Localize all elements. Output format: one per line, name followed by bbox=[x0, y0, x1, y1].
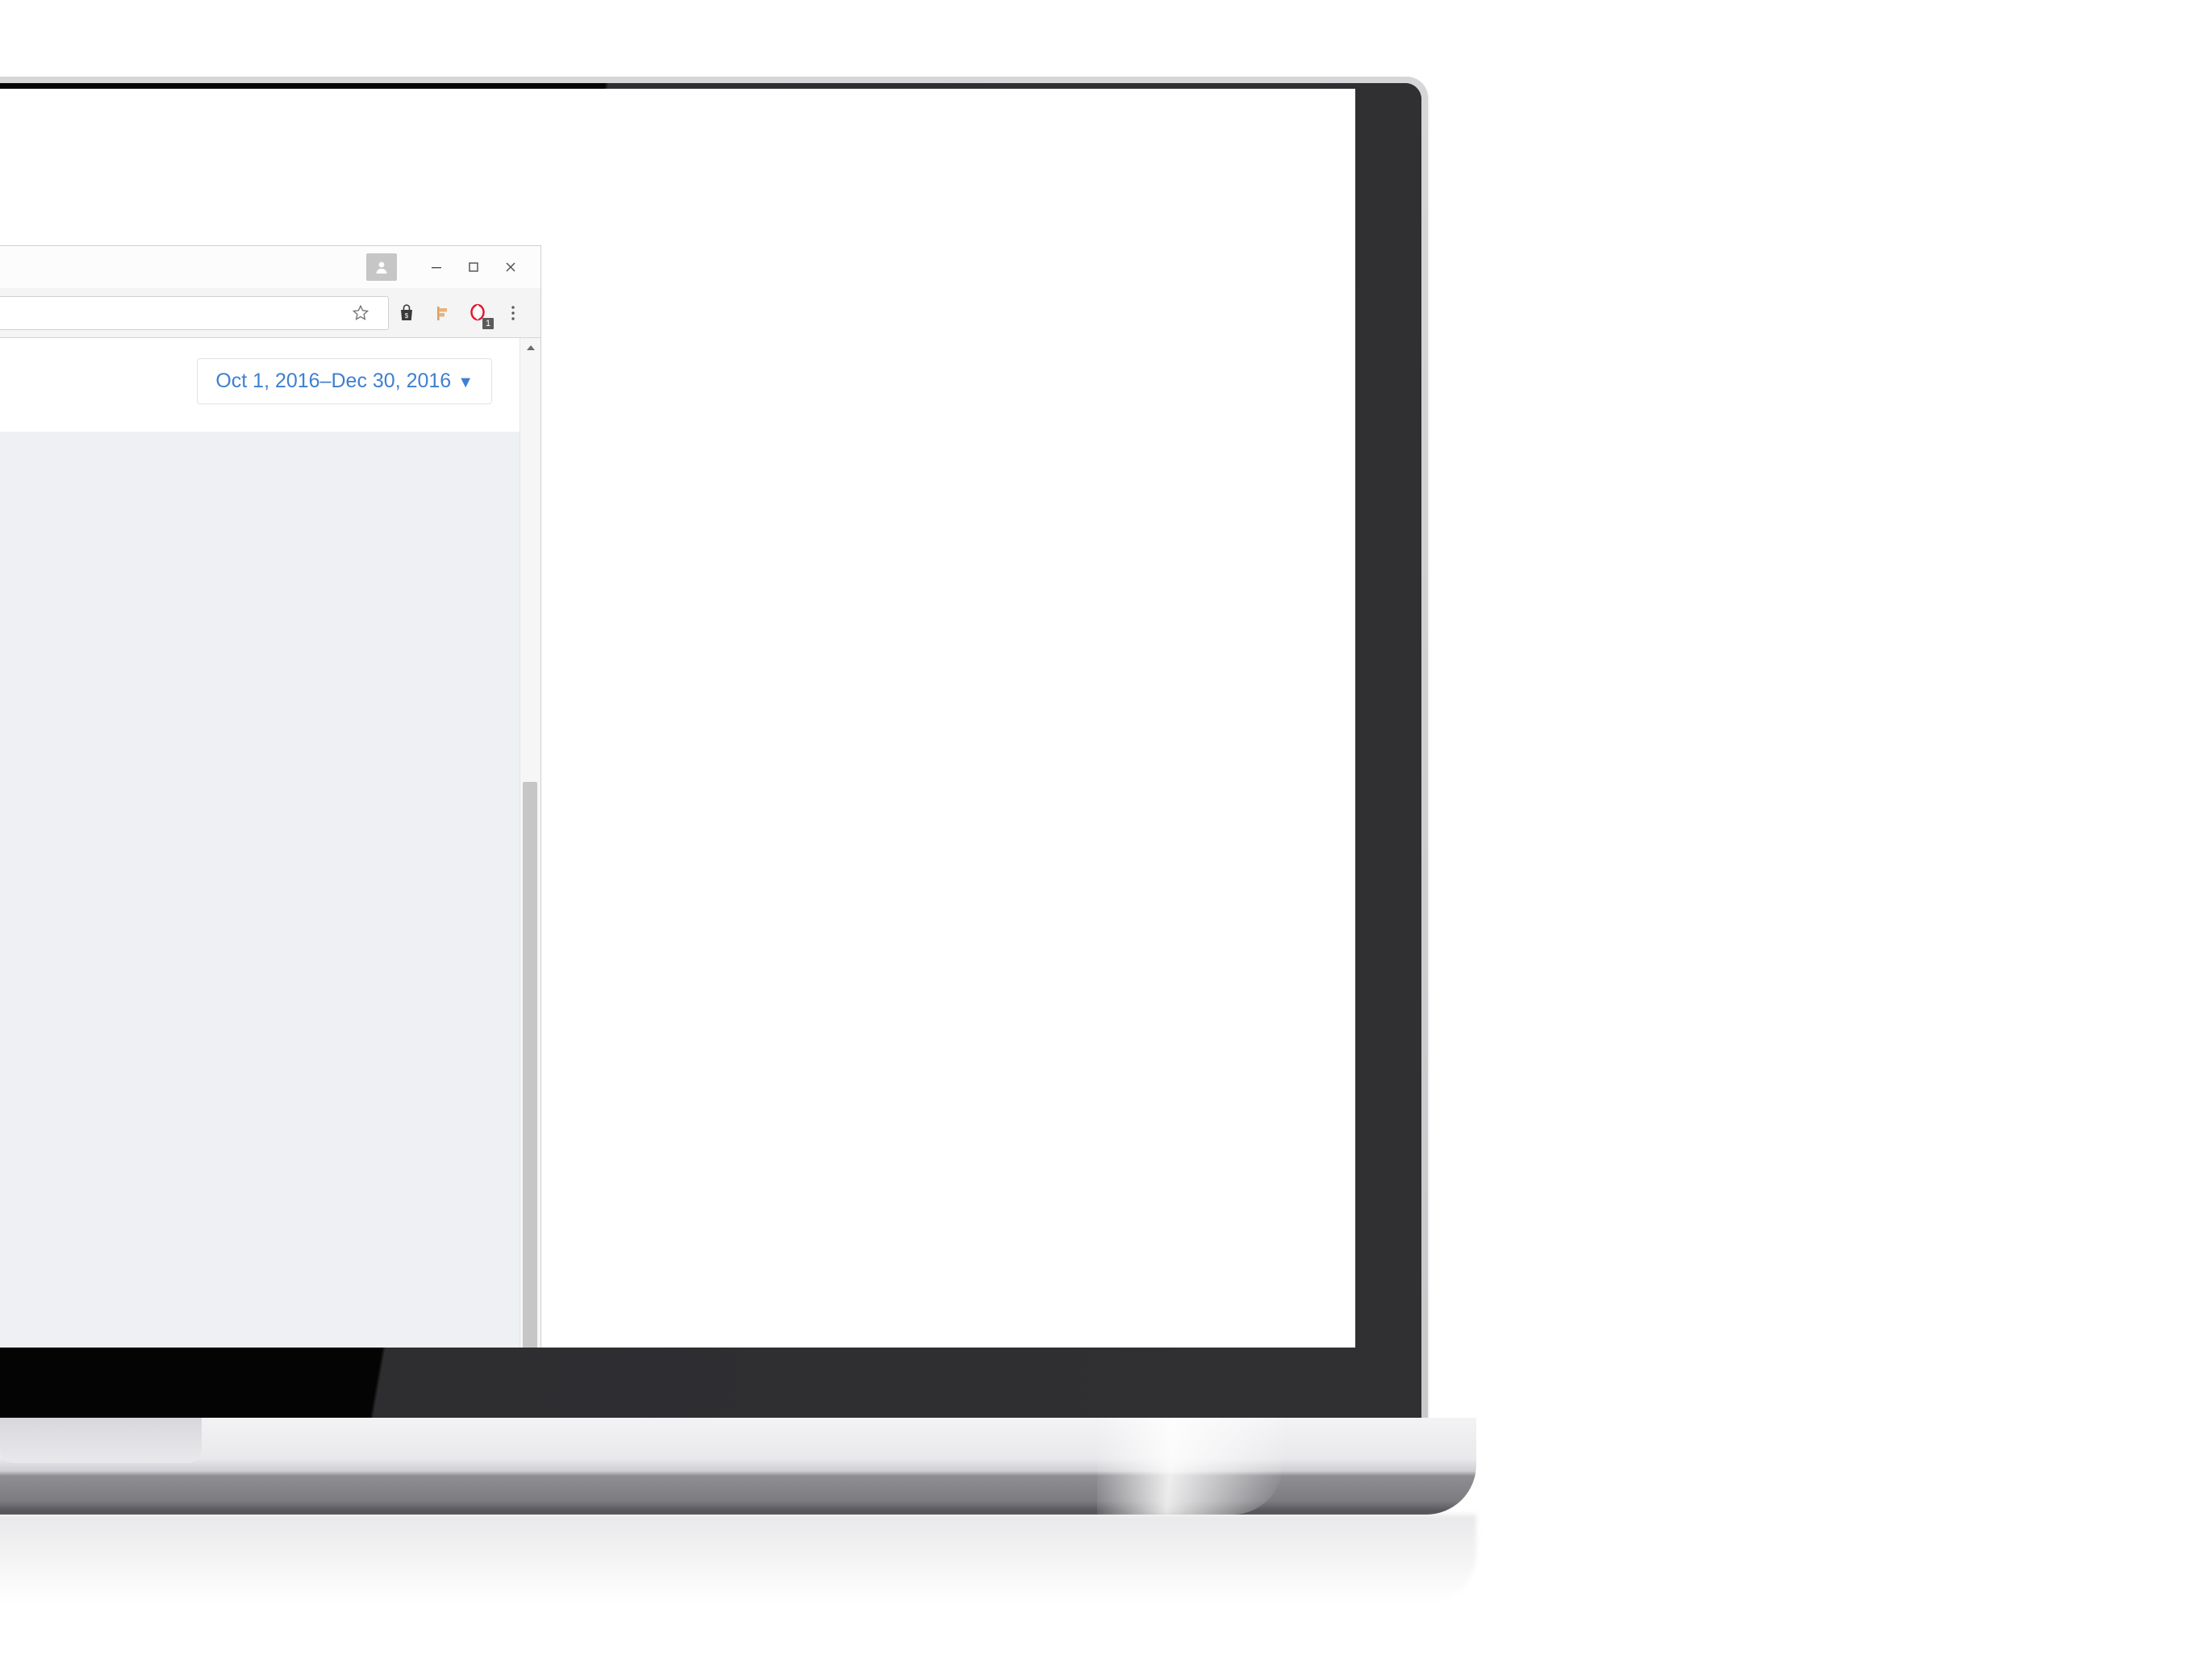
address-bar[interactable] bbox=[0, 295, 389, 331]
chrome-menu-icon[interactable] bbox=[495, 295, 531, 331]
bookmark-star-icon[interactable] bbox=[343, 295, 378, 331]
signpost-extension-icon[interactable] bbox=[424, 295, 460, 331]
opera-extension-icon[interactable]: 1 bbox=[460, 295, 495, 331]
maximize-button[interactable] bbox=[455, 252, 492, 282]
laptop-screen: $ 1 Oct 1, 2016–Dec 30, 2016 ▼ bbox=[0, 89, 1355, 1348]
laptop-base-notch bbox=[0, 1418, 202, 1463]
laptop-base bbox=[0, 1418, 1476, 1515]
dashboard-page: Oct 1, 2016–Dec 30, 2016▼ AVERAGE10Nov 1… bbox=[0, 338, 540, 1348]
scroll-up-arrow-icon[interactable] bbox=[520, 338, 540, 357]
browser-toolbar: $ 1 bbox=[0, 288, 540, 338]
dashboard-header-bar: Oct 1, 2016–Dec 30, 2016 ▼ bbox=[0, 338, 540, 432]
chevron-down-icon: ▼ bbox=[457, 374, 474, 391]
minimize-button[interactable] bbox=[418, 252, 455, 282]
shopping-bag-extension-icon[interactable]: $ bbox=[389, 295, 424, 331]
extension-badge: 1 bbox=[482, 317, 494, 329]
page-scrollbar[interactable] bbox=[520, 338, 540, 1348]
page-scroll-thumb[interactable] bbox=[523, 782, 537, 1348]
close-button[interactable] bbox=[492, 252, 529, 282]
profile-icon[interactable] bbox=[366, 253, 397, 281]
browser-titlebar bbox=[0, 246, 540, 288]
date-range-label: Oct 1, 2016–Dec 30, 2016 bbox=[215, 370, 452, 392]
screenshot-stage: $ 1 Oct 1, 2016–Dec 30, 2016 ▼ bbox=[0, 0, 2212, 1659]
svg-text:$: $ bbox=[405, 312, 409, 320]
laptop-base-shine bbox=[1097, 1418, 1283, 1515]
browser-window: $ 1 Oct 1, 2016–Dec 30, 2016 ▼ bbox=[0, 246, 540, 1348]
date-range-picker[interactable]: Oct 1, 2016–Dec 30, 2016 ▼ bbox=[197, 358, 492, 404]
laptop-base-reflection bbox=[0, 1515, 1476, 1603]
